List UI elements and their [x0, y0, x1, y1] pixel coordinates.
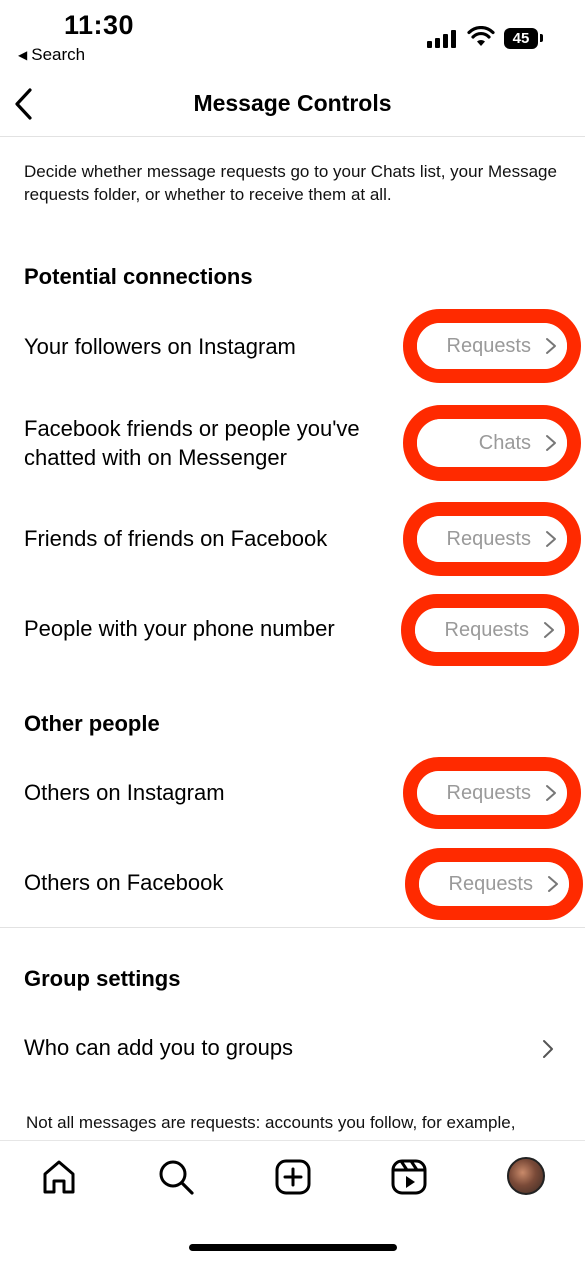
chevron-right-icon — [548, 876, 558, 892]
chevron-right-icon — [546, 785, 556, 801]
description-text: Decide whether message requests go to yo… — [24, 162, 557, 204]
battery-tip — [540, 34, 543, 42]
page-title: Message Controls — [193, 90, 392, 116]
row-label-phone-number: People with your phone number — [24, 616, 335, 641]
section-title-other: Other people — [24, 711, 160, 736]
setting-facebook-friends-button[interactable]: Chats — [403, 405, 581, 481]
back-triangle-icon: ◀ — [18, 48, 28, 62]
wifi-icon — [467, 26, 495, 46]
status-time: 11:30 — [64, 10, 135, 40]
setting-value: Requests — [448, 872, 534, 895]
home-icon[interactable] — [40, 1158, 78, 1196]
setting-value: Requests — [444, 618, 530, 641]
section-divider — [0, 927, 585, 928]
footnote-text: Not all messages are requests: accounts … — [26, 1113, 516, 1139]
setting-value: Requests — [446, 334, 532, 357]
profile-avatar[interactable] — [507, 1157, 545, 1195]
create-icon[interactable] — [274, 1158, 312, 1196]
row-label-followers: Your followers on Instagram — [24, 334, 296, 359]
chevron-right-icon — [544, 622, 554, 638]
chevron-right-icon — [543, 1040, 553, 1058]
setting-others-facebook-button[interactable]: Requests — [405, 848, 583, 920]
setting-friends-of-friends-button[interactable]: Requests — [403, 502, 581, 576]
reels-icon[interactable] — [390, 1158, 428, 1196]
cellular-signal-icon — [427, 30, 456, 48]
home-indicator — [189, 1244, 397, 1251]
back-app-label: Search — [31, 45, 86, 64]
setting-followers-button[interactable]: Requests — [403, 309, 581, 383]
setting-phone-number-button[interactable]: Requests — [401, 594, 579, 666]
chevron-right-icon — [546, 435, 556, 451]
row-label-friends-of-friends: Friends of friends on Facebook — [24, 526, 328, 551]
row-label-others-instagram: Others on Instagram — [24, 780, 225, 805]
who-can-add-groups-row[interactable]: Who can add you to groups — [24, 1033, 564, 1062]
setting-value: Requests — [446, 527, 532, 550]
row-label-others-facebook: Others on Facebook — [24, 870, 224, 895]
chevron-right-icon — [546, 338, 556, 354]
battery-icon: 45 — [504, 28, 538, 49]
header-divider — [0, 136, 585, 137]
section-title-potential: Potential connections — [24, 264, 253, 289]
row-label-facebook-friends: Facebook friends or people you've chatte… — [24, 416, 360, 470]
back-to-app-link[interactable]: ◀ Search — [18, 45, 85, 65]
section-title-group: Group settings — [24, 966, 181, 991]
search-icon[interactable] — [157, 1158, 195, 1196]
chevron-right-icon — [546, 531, 556, 547]
setting-others-instagram-button[interactable]: Requests — [403, 757, 581, 829]
setting-value: Requests — [446, 781, 532, 804]
setting-value: Chats — [478, 431, 531, 454]
